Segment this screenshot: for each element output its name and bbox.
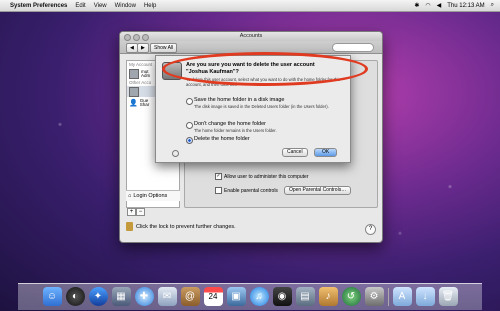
allow-admin-row: ✓ Allow user to administer this computer <box>215 173 308 180</box>
volume-icon[interactable]: ◀ <box>437 2 442 9</box>
menu-help[interactable]: Help <box>144 3 156 9</box>
trash-icon[interactable]: 🗑 <box>438 287 458 306</box>
dock-separator <box>387 288 389 306</box>
itunes-icon[interactable]: ♫ <box>249 287 269 306</box>
user-avatar <box>129 86 139 97</box>
search-input[interactable] <box>332 43 374 52</box>
menu-extras: ✱ ◠ ◀ Thu 12:13 AM ⌕ <box>414 2 500 9</box>
menu-edit[interactable]: Edit <box>75 3 85 9</box>
radio-save-disk-image[interactable] <box>186 98 193 105</box>
login-options-item[interactable]: ⌂ Login Options <box>126 190 180 201</box>
allow-admin-checkbox[interactable]: ✓ <box>215 173 222 180</box>
my-account-role: Adm <box>141 72 151 78</box>
option-delete-home[interactable]: Delete the home folder <box>186 136 250 144</box>
iphoto-icon[interactable]: ▣ <box>226 287 246 306</box>
window-titlebar: Accounts <box>120 32 382 41</box>
option-sub: The home folder remains in the Users fol… <box>194 128 277 133</box>
option-sub: The disk image is saved in the Deleted U… <box>194 104 329 109</box>
show-all-button[interactable]: Show All <box>150 43 178 53</box>
cancel-button[interactable]: Cancel <box>282 148 308 157</box>
spotlight-icon[interactable]: ⌕ <box>491 2 494 9</box>
window-title: Accounts <box>239 33 263 39</box>
radio-delete-home[interactable] <box>186 137 193 144</box>
remove-account-button[interactable]: − <box>136 208 145 216</box>
zoom-button[interactable] <box>142 34 149 41</box>
menu-window[interactable]: Window <box>115 3 136 9</box>
option-dont-change[interactable]: Don't change the home folder The home fo… <box>186 121 277 133</box>
login-options-label: Login Options <box>133 193 168 199</box>
parental-controls-checkbox[interactable] <box>215 187 222 194</box>
option-save-disk-image[interactable]: Save the home folder in a disk image The… <box>186 97 329 109</box>
option-label: Save the home folder in a disk image <box>194 97 285 103</box>
bluetooth-icon[interactable]: ✱ <box>414 2 419 9</box>
open-parental-controls-button[interactable]: Open Parental Controls… <box>283 186 352 195</box>
menu-app-name[interactable]: System Preferences <box>10 3 67 9</box>
allow-admin-label: Allow user to administer this computer <box>224 173 309 180</box>
photo-booth-icon[interactable]: ◉ <box>272 287 292 306</box>
help-button[interactable]: ? <box>365 224 376 235</box>
garageband-icon[interactable]: ♪ <box>318 287 338 306</box>
option-label: Delete the home folder <box>194 136 250 142</box>
ical-icon[interactable]: 24 <box>203 287 223 306</box>
mail-icon[interactable]: ✉ <box>157 287 177 306</box>
finder-icon[interactable]: ☺ <box>42 287 62 306</box>
forward-button[interactable]: ▶ <box>137 43 149 53</box>
lock-icon[interactable] <box>126 222 133 231</box>
close-button[interactable] <box>124 34 131 41</box>
parental-controls-label: Enable parental controls <box>224 187 278 194</box>
house-icon: ⌂ <box>128 193 132 199</box>
dashboard-icon[interactable]: ◐ <box>65 287 85 306</box>
progress-spinner-icon <box>172 150 179 157</box>
safari-icon[interactable]: ✚ <box>134 287 154 306</box>
guest-user-icon: 👤 <box>129 99 138 107</box>
dock: ☺ ◐ ✦ ▦ ✚ ✉ @ 24 ▣ ♫ ◉ ▤ ♪ ↺ ⚙ A ↓ 🗑 <box>18 283 482 310</box>
parental-controls-row: Enable parental controls Open Parental C… <box>215 186 352 195</box>
minimize-button[interactable] <box>133 34 140 41</box>
menu-view[interactable]: View <box>94 3 107 9</box>
wifi-icon[interactable]: ◠ <box>425 2 430 9</box>
ok-button[interactable]: OK <box>314 148 338 157</box>
system-preferences-icon[interactable]: ⚙ <box>364 287 384 306</box>
time-machine-icon[interactable]: ↺ <box>341 287 361 306</box>
spaces-icon[interactable]: ▦ <box>111 287 131 306</box>
expose-icon[interactable]: ✦ <box>88 287 108 306</box>
radio-dont-change[interactable] <box>186 122 193 129</box>
window-controls <box>124 34 149 41</box>
menu-bar: System Preferences Edit View Window Help… <box>0 0 500 12</box>
add-account-button[interactable]: + <box>127 208 136 216</box>
preview-icon[interactable]: ▤ <box>295 287 315 306</box>
lock-text: Click the lock to prevent further change… <box>136 223 236 230</box>
downloads-folder-icon[interactable]: ↓ <box>415 287 435 306</box>
lock-row: Click the lock to prevent further change… <box>126 222 236 231</box>
user-avatar <box>129 68 139 79</box>
guest-sub: Shar <box>139 101 150 107</box>
applications-folder-icon[interactable]: A <box>392 287 412 306</box>
add-remove-controls: + − <box>127 208 145 216</box>
menu-clock[interactable]: Thu 12:13 AM <box>447 3 484 9</box>
option-label: Don't change the home folder <box>194 121 266 127</box>
highlight-ellipse <box>162 52 368 86</box>
address-book-icon[interactable]: @ <box>180 287 200 306</box>
